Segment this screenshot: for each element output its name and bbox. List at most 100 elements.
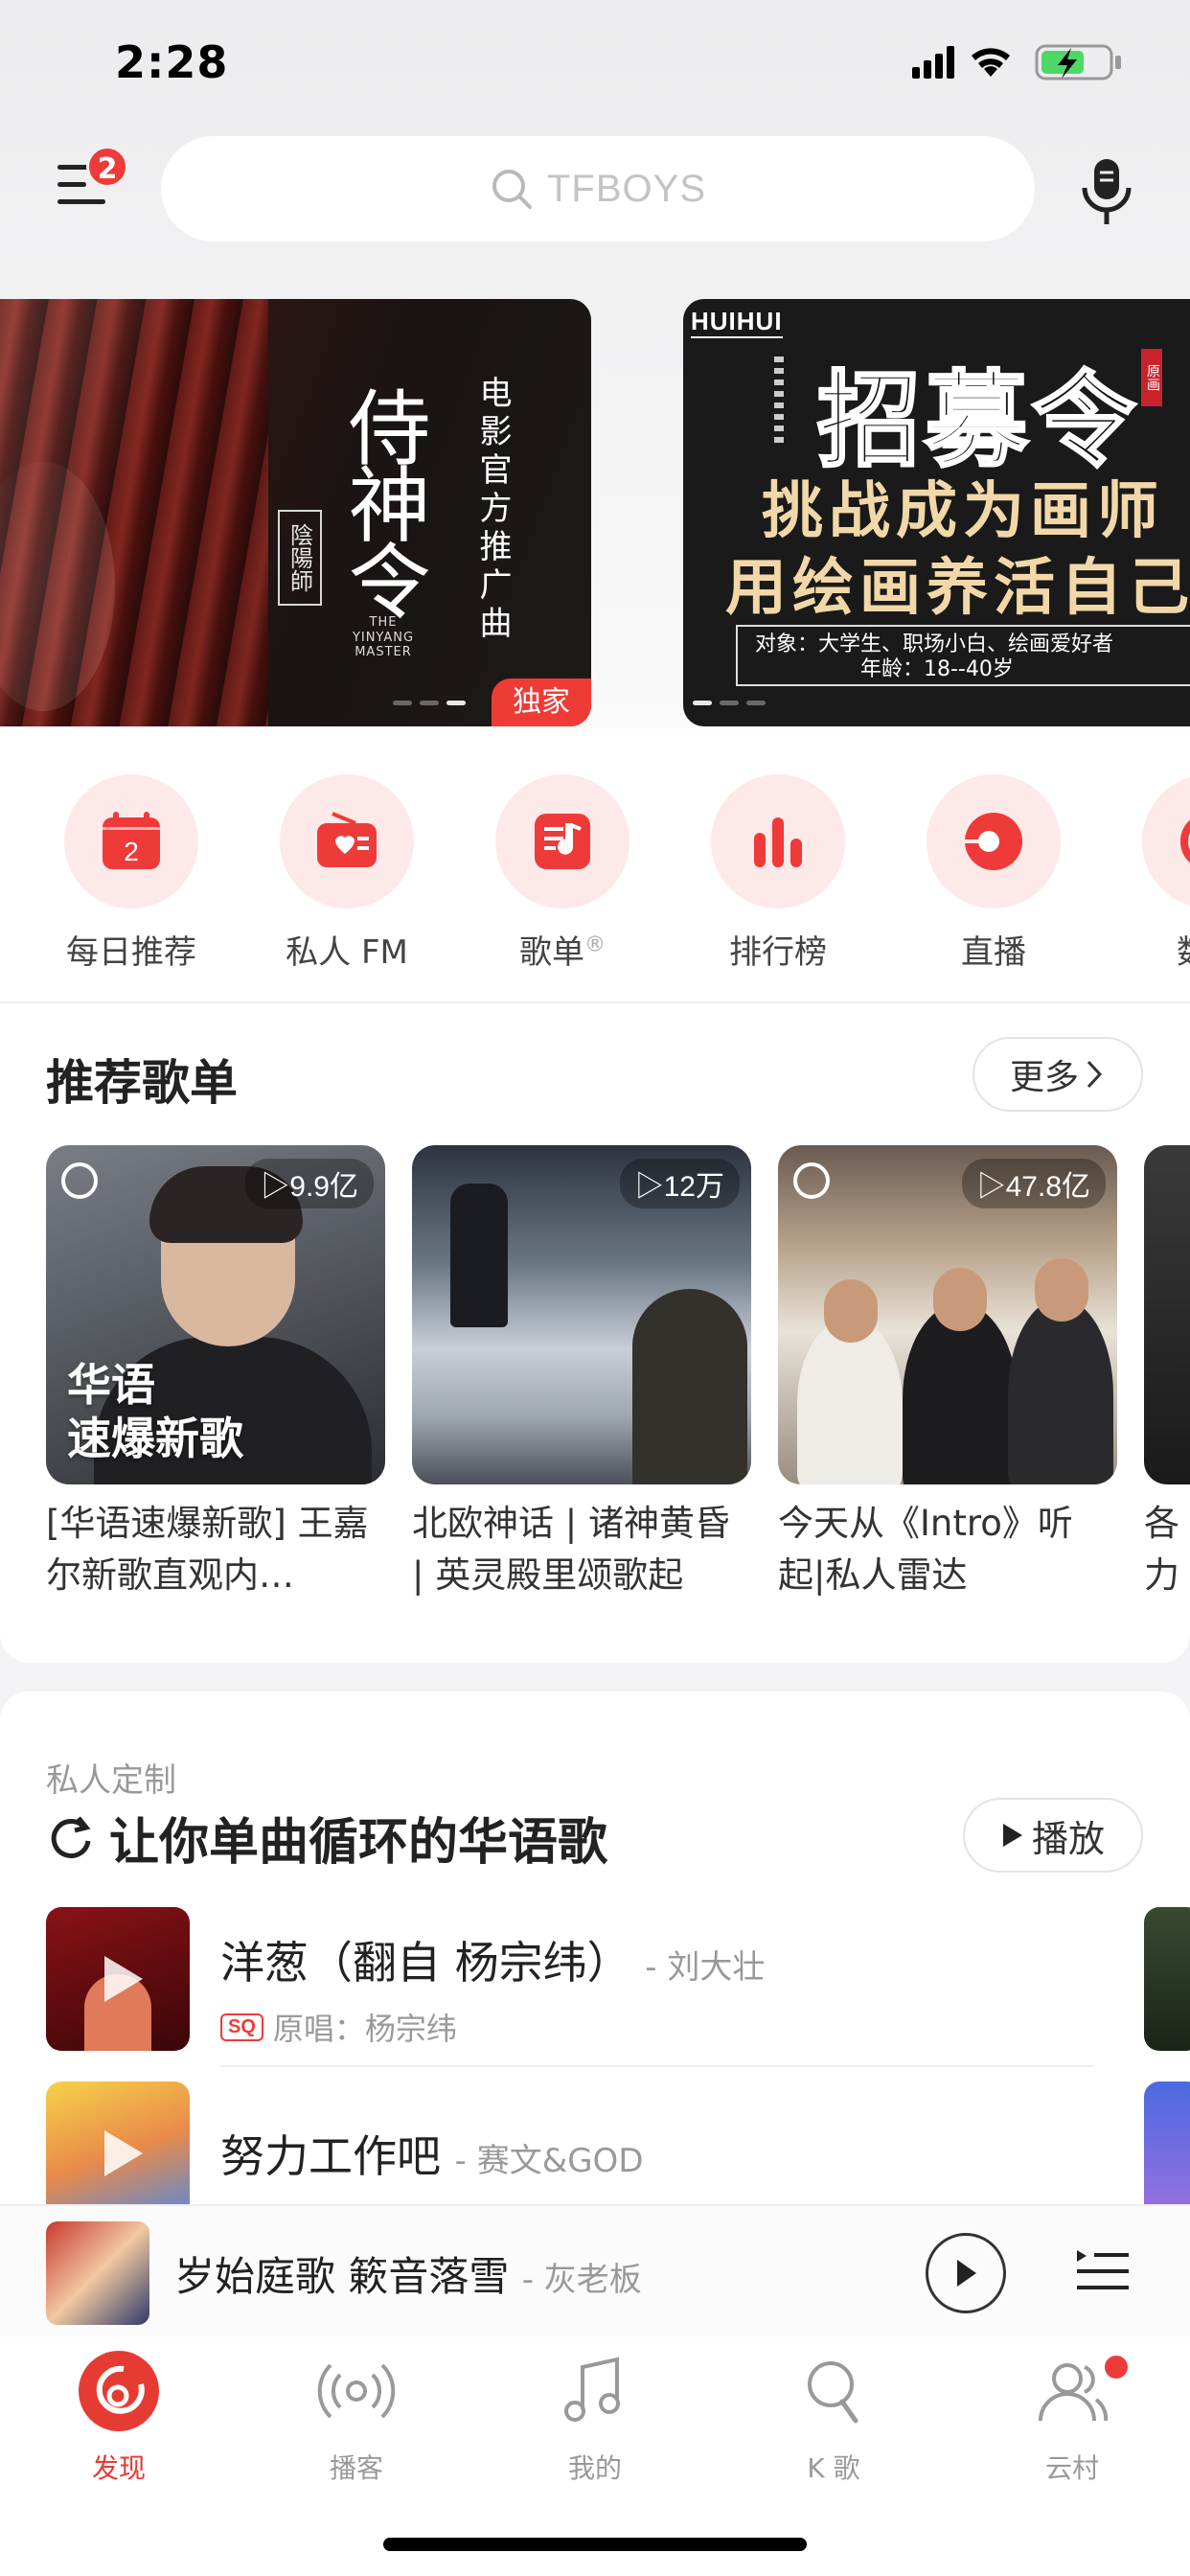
private-title-text: 让你单曲循环的华语歌 [109,1814,608,1872]
search-placeholder: TFBOYS [546,167,707,210]
quick-playlist[interactable]: 歌单® [476,774,649,972]
banner-curtain [0,299,268,726]
song-thumb [46,1907,190,2051]
playlist-name: 今天从《Intro》听起|私人雷达 [778,1503,1073,1596]
cover-text: 华语 速爆新歌 [67,1359,243,1464]
quick-daily[interactable]: 2 每日推荐 [45,774,217,972]
quick-label: 数字 [1123,926,1190,973]
play-overlay-icon [104,1956,143,2002]
play-count: ▷47.8亿 [961,1159,1106,1208]
banner-movie[interactable]: 陰陽師 侍神令 THE YINYANG MASTER 电影官方推广曲 独家 [0,299,591,726]
music-note-icon [564,2357,620,2422]
play-icon [1002,1824,1022,1847]
song-artist: - 刘大壮 [645,1948,766,1987]
playlist-cover: ▷47.8亿 [778,1145,1117,1484]
banner-box-line-2: 年龄：18--40岁 [860,657,1014,681]
mini-player[interactable]: 岁始庭歌 簌音落雪 - 灰老板 [0,2204,1190,2336]
chart-icon [754,817,802,867]
song-row[interactable]: 洋葱（翻自 杨宗纬） - 刘大壮 SQ 原唱：杨宗纬 [46,1907,1100,2051]
playlist-cover: ▷12万 [412,1145,751,1484]
banner-box-line-1: 对象：大学生、职场小白、绘画爱好者 [755,632,1114,656]
banner-logo: HUIHUI [691,307,783,338]
playlist-cover: ▷9.9亿 华语 速爆新歌 [46,1145,385,1484]
tab-label: K 歌 [807,2452,860,2484]
banner-decor [774,356,784,443]
status-time: 2:28 [115,36,229,88]
section-title: 推荐歌单 [46,1055,238,1111]
player-play-button[interactable] [926,2233,1006,2313]
microphone-icon[interactable] [1073,153,1140,230]
more-button[interactable]: 更多 [973,1037,1143,1112]
song-title: 洋葱（翻自 杨宗纬） - 刘大壮 [220,1937,766,1989]
banner-title: 侍神令 [333,385,429,615]
tab-mine[interactable]: 我的 [518,2348,672,2486]
community-icon [1039,2363,1109,2422]
tab-label: 云村 [1044,2452,1099,2484]
tab-karaoke[interactable]: K 歌 [757,2348,910,2486]
refresh-icon[interactable] [46,1814,94,1862]
karaoke-icon [808,2361,858,2424]
search-input[interactable]: TFBOYS [161,136,1035,242]
playlist-queue-icon[interactable] [1073,2241,1133,2300]
playlist-name: [华语速爆新歌] 王嘉尔新歌直观内… [46,1503,369,1596]
banner-line-2: 用绘画养活自己 [725,553,1190,624]
private-label: 私人定制 [46,1761,176,1800]
tab-discover[interactable]: 发现 [42,2348,195,2486]
play-label: 播放 [1031,1817,1105,1860]
netease-logo-icon [793,1162,830,1199]
playlist-name: 北欧神话 | 诸神黄昏 | 英灵殿里颂歌起 [412,1503,730,1596]
calendar-day: 2 [124,837,139,866]
quick-label: 排行榜 [729,933,827,972]
play-count: ▷9.9亿 [245,1159,374,1208]
playlist-card[interactable]: ▷12万 北欧神话 | 诸神黄昏 | 英灵殿里颂歌起 [412,1145,751,1601]
radio-icon [317,812,377,867]
tab-label: 我的 [567,2452,622,2484]
wifi-icon [972,48,1010,77]
private-title: 让你单曲循环的华语歌 [46,1802,607,1874]
song-artist: - 赛文&GOD [454,2142,644,2180]
playlist-card[interactable]: 各力英, [1144,1145,1190,1601]
quick-charts[interactable]: 排行榜 [692,774,864,972]
banner-recruit[interactable]: HUIHUI 招募令 原画 挑战成为画师 用绘画养活自己 对象：大学生、职场小白… [683,299,1190,726]
song-meta: SQ 原唱：杨宗纬 [220,2005,457,2049]
more-label: 更多 [1009,1058,1079,1097]
playlist-name: 各力英, [1144,1503,1179,1596]
quick-label: 每日推荐 [66,933,196,972]
podcast-icon [317,2363,396,2419]
live-icon [965,813,1022,870]
menu-badge: 2 [86,146,128,188]
player-title: 岁始庭歌 簌音落雪 - 灰老板 [174,2253,642,2300]
banner-seal: 陰陽師 [278,510,322,606]
quick-label-text: 歌单 [519,933,584,972]
side-thumb [1144,1907,1190,2051]
play-icon [957,2260,976,2287]
tab-label: 发现 [91,2452,146,2484]
home-indicator [383,2538,807,2551]
quick-fm[interactable]: 私人 FM [261,774,433,972]
divider [220,2065,1094,2067]
sq-badge: SQ [220,2012,263,2041]
playlist-card[interactable]: ▷47.8亿 今天从《Intro》听起|私人雷达 [778,1145,1117,1601]
banner-subtitle: 电影官方推广曲 [473,376,512,644]
banner-line-1: 挑战成为画师 [762,476,1164,547]
playlist-cover [1144,1145,1190,1484]
status-icons [912,44,1121,80]
quick-label: 直播 [961,933,1026,972]
tab-podcast[interactable]: 播客 [280,2348,433,2486]
playlist-card[interactable]: ▷9.9亿 华语 速爆新歌 [华语速爆新歌] 王嘉尔新歌直观内… [46,1145,385,1601]
banner-red-tag: 原画 [1141,349,1162,406]
registered-mark: ® [584,932,606,957]
signal-icon [912,46,954,79]
quick-label: 歌单® [476,926,649,973]
song-title: 努力工作吧 - 赛文&GOD [220,2130,644,2182]
playlist-icon [535,814,590,869]
banner-english: THE YINYANG MASTER [352,615,415,660]
quick-digital[interactable]: 数字 [1123,774,1190,972]
tab-label: 播客 [329,2452,383,2484]
calendar-icon: 2 [103,812,160,869]
banner-dots [693,701,766,705]
quick-live[interactable]: 直播 [907,774,1080,972]
play-all-button[interactable]: 播放 [963,1798,1143,1873]
netease-logo-icon [61,1162,98,1199]
search-icon [492,170,532,209]
